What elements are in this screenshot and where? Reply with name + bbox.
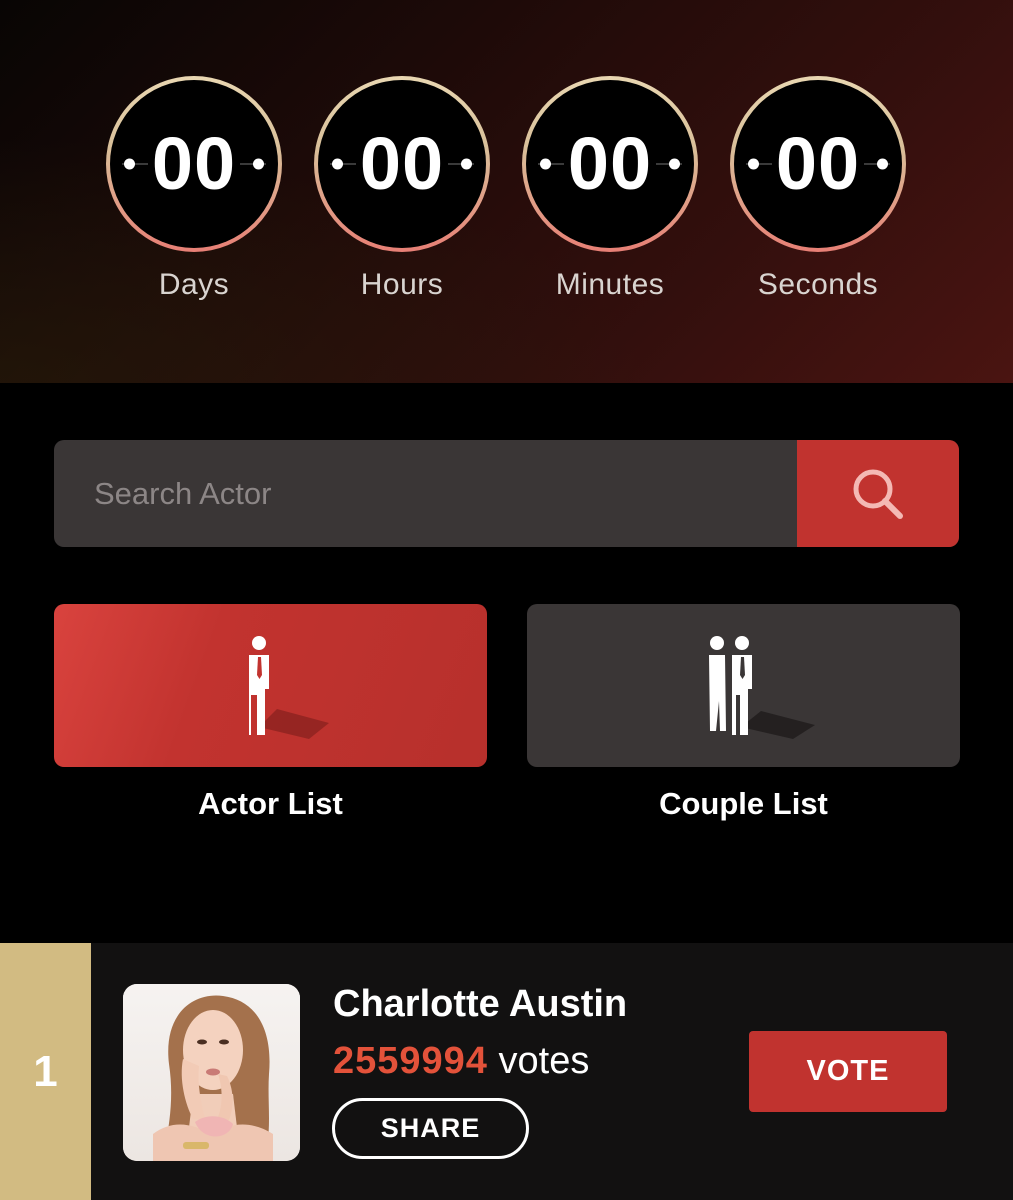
countdown-hours-label: Hours — [360, 268, 444, 301]
countdown-ring: 00 — [730, 76, 906, 252]
countdown-ring: 00 — [314, 76, 490, 252]
countdown-days-value: 00 — [147, 127, 241, 201]
couple-list-button[interactable] — [527, 604, 960, 767]
countdown-minutes: 00 Minutes — [520, 76, 700, 306]
countdown-seconds-label: Seconds — [757, 268, 879, 301]
vote-line: 2559994 votes — [333, 1040, 589, 1083]
countdown-minutes-value: 00 — [563, 127, 657, 201]
countdown-days-label: Days — [158, 268, 230, 301]
actor-name: Charlotte Austin — [333, 983, 628, 1025]
share-button[interactable]: SHARE — [332, 1098, 529, 1159]
countdown-hours: 00 Hours — [312, 76, 492, 306]
search-input[interactable] — [54, 440, 797, 547]
countdown-seconds-value: 00 — [771, 127, 865, 201]
vote-button[interactable]: VOTE — [749, 1031, 947, 1112]
search-icon — [853, 469, 903, 519]
couple-icon — [708, 635, 815, 739]
countdown-ring: 00 — [106, 76, 282, 252]
search-bar — [54, 440, 959, 547]
countdown-ring: 00 — [522, 76, 698, 252]
countdown-seconds: 00 Seconds — [728, 76, 908, 306]
votes-suffix: votes — [498, 1040, 590, 1082]
countdown-days: 00 Days — [104, 76, 284, 306]
actor-list-button[interactable] — [54, 604, 487, 767]
search-button[interactable] — [797, 440, 959, 547]
avatar — [123, 984, 300, 1161]
single-person-icon — [248, 635, 329, 739]
countdown-header: 00 Days 00 Hours 00 Minutes 00 Seconds — [0, 0, 1013, 383]
countdown-hours-value: 00 — [355, 127, 449, 201]
vote-count: 2559994 — [333, 1040, 488, 1082]
actor-list-label: Actor List — [198, 786, 343, 821]
couple-list-label: Couple List — [659, 786, 828, 821]
countdown-minutes-label: Minutes — [555, 268, 665, 301]
rank-badge: 1 — [0, 943, 91, 1200]
